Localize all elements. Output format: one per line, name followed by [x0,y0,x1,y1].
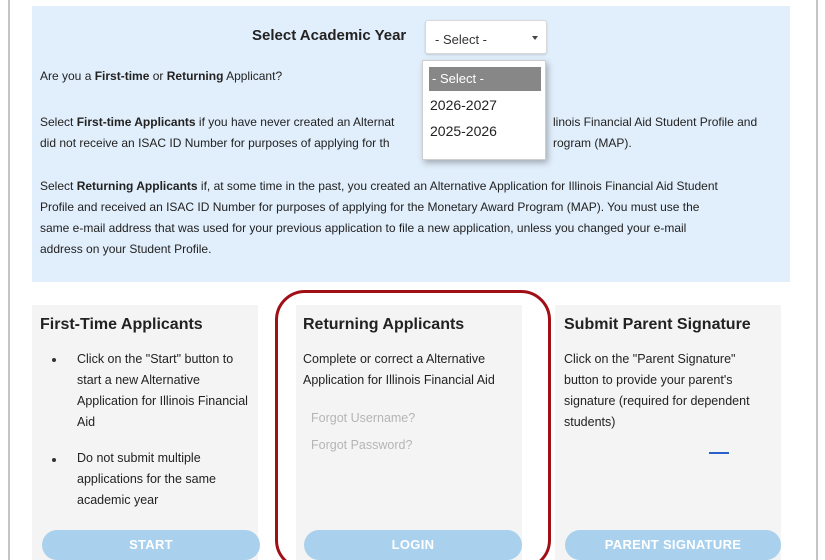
bullet-dot [52,458,56,462]
first-time-instructions-line2-tail: rogram (MAP). [553,136,632,150]
bullet-dot [52,358,56,362]
first-time-instructions-line1: Select First-time Applicants if you have… [40,115,395,129]
academic-year-label: Select Academic Year [252,27,407,44]
returning-instructions-line1: Select Returning Applicants if, at some … [40,179,718,193]
first-time-applicants-card [32,305,258,560]
returning-instructions-line4: address on your Student Profile. [40,242,212,256]
first-time-bullet2-line3: academic year [77,493,159,507]
applicant-question: Are you a First-time or Returning Applic… [40,69,283,83]
first-time-instructions-line1-tail: linois Financial Aid Student Profile and [553,115,758,129]
year-option-select[interactable]: - Select - [429,67,541,91]
first-time-bullet1-line2: start a new Alternative [77,373,200,387]
parent-desc-line4: students) [564,415,616,429]
first-time-bullet1-line3: Application for Illinois Financial [77,394,248,408]
parent-signature-title: Submit Parent Signature [564,316,751,333]
chevron-down-icon [532,36,538,40]
first-time-bullet2-line1: Do not submit multiple [77,451,201,465]
start-button[interactable]: START [42,530,260,560]
first-time-bullet1-line4: Aid [77,415,96,429]
academic-year-dropdown-list: - Select - 2026-2027 2025-2026 [422,60,546,160]
academic-year-select-value: - Select - [435,32,488,47]
first-time-bullet2-line2: applications for the same [77,472,216,486]
first-time-bullet1-line1: Click on the "Start" button to [77,352,234,366]
first-time-instructions-line2: did not receive an ISAC ID Number for pu… [40,136,390,150]
year-option-2025-2026[interactable]: 2025-2026 [430,120,497,142]
page-border-right [816,0,818,560]
returning-instructions-line3: same e-mail address that was used for yo… [40,221,687,235]
parent-desc-line2: button to provide your parent's [564,373,733,387]
page-border-left [8,0,10,560]
academic-year-select[interactable]: - Select - [425,20,547,54]
parent-desc-line3: signature (required for dependent [564,394,750,408]
returning-applicants-highlight [275,290,551,560]
year-option-2026-2027[interactable]: 2026-2027 [430,94,497,116]
first-time-title: First-Time Applicants [40,316,203,333]
parent-desc-line1: Click on the "Parent Signature" [564,352,736,366]
underline-link-mark[interactable] [709,452,729,454]
parent-signature-button[interactable]: PARENT SIGNATURE [565,530,781,560]
returning-instructions-line2: Profile and received an ISAC ID Number f… [40,200,700,214]
